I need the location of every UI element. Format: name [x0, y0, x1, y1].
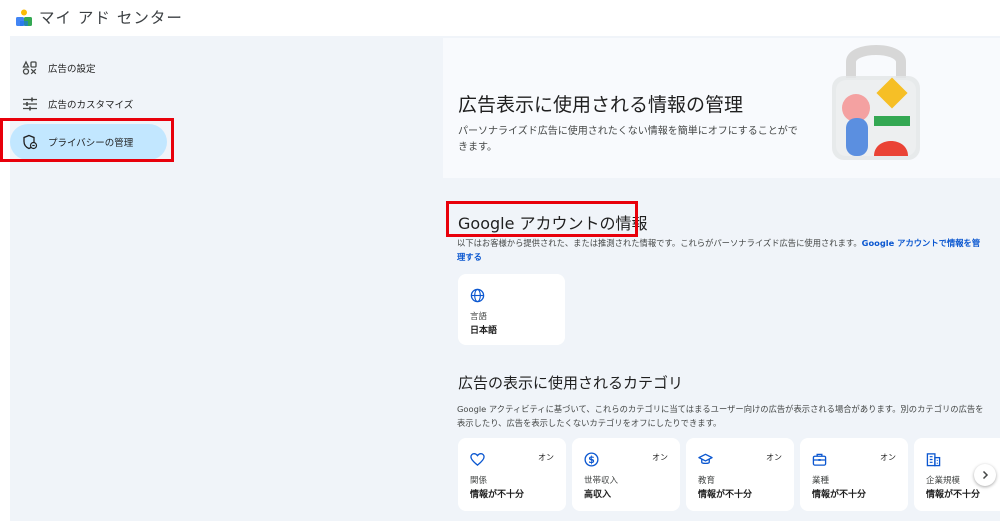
dollar-icon: $	[584, 452, 599, 467]
school-icon	[698, 453, 713, 465]
app-title: マイ アド センター	[39, 9, 183, 27]
page-description: パーソナライズド広告に使用されたくない情報を簡単にオフにすることができます。	[458, 126, 798, 153]
sidebar-item-privacy[interactable]: プライバシーの管理	[10, 124, 167, 160]
ad-settings-icon	[22, 60, 37, 75]
info-card-label: 言語	[470, 312, 488, 322]
account-info-title: Google アカウントの情報	[458, 214, 648, 233]
top-bar: マイ アド センター	[0, 0, 1000, 34]
status-badge: オン	[766, 453, 782, 462]
category-card-household-income[interactable]: $ オン 世帯収入 高収入	[572, 438, 680, 511]
category-card-education[interactable]: オン 教育 情報が不十分	[686, 438, 794, 511]
categories-description: Google アクティビティに基づいて、これらのカテゴリに当てはまるユーザー向け…	[457, 404, 984, 428]
category-card-label: 世帯収入	[584, 476, 619, 486]
svg-text:$: $	[588, 455, 595, 466]
building-icon	[926, 453, 941, 467]
status-badge: オン	[880, 453, 896, 462]
sidebar: 広告の設定 広告のカスタマイズ プライバシーの管理	[10, 36, 442, 521]
categories-title: 広告の表示に使用されるカテゴリ	[458, 374, 684, 392]
sidebar-item-label: 広告の設定	[48, 64, 96, 75]
category-card-label: 業種	[812, 476, 830, 486]
status-badge: オン	[652, 453, 668, 462]
category-card-value: 情報が不十分	[812, 490, 867, 500]
category-card-label: 企業規模	[926, 476, 961, 486]
briefcase-icon	[812, 453, 827, 466]
category-card-value: 情報が不十分	[698, 490, 753, 500]
category-card-industry[interactable]: オン 業種 情報が不十分	[800, 438, 908, 511]
tune-icon	[23, 97, 37, 111]
category-card-relationship[interactable]: オン 関係 情報が不十分	[458, 438, 566, 511]
chevron-right-icon	[982, 470, 989, 480]
sidebar-item-label: 広告のカスタマイズ	[48, 100, 134, 111]
sidebar-item-ad-settings[interactable]: 広告の設定	[10, 50, 167, 86]
heart-icon	[470, 453, 485, 466]
category-card-value: 情報が不十分	[926, 490, 981, 500]
sidebar-item-label: プライバシーの管理	[48, 138, 134, 149]
category-card-value: 高収入	[584, 490, 612, 500]
info-card-value: 日本語	[470, 326, 498, 336]
privacy-lock-illustration	[832, 45, 920, 160]
carousel-next-button[interactable]	[974, 464, 996, 486]
globe-icon	[470, 288, 485, 303]
privacy-shield-icon	[23, 134, 38, 150]
info-card-language[interactable]: 言語 日本語	[458, 274, 565, 345]
category-card-label: 関係	[470, 476, 488, 486]
status-badge: オン	[538, 453, 554, 462]
page-title: 広告表示に使用される情報の管理	[458, 94, 744, 116]
category-card-label: 教育	[698, 476, 716, 486]
account-info-description: 以下はお客様から提供された、または推測された情報です。これらがパーソナライズド広…	[457, 238, 981, 262]
sidebar-item-ad-customize[interactable]: 広告のカスタマイズ	[10, 86, 167, 122]
category-card-value: 情報が不十分	[470, 490, 525, 500]
my-ad-center-logo-icon[interactable]	[14, 8, 34, 28]
